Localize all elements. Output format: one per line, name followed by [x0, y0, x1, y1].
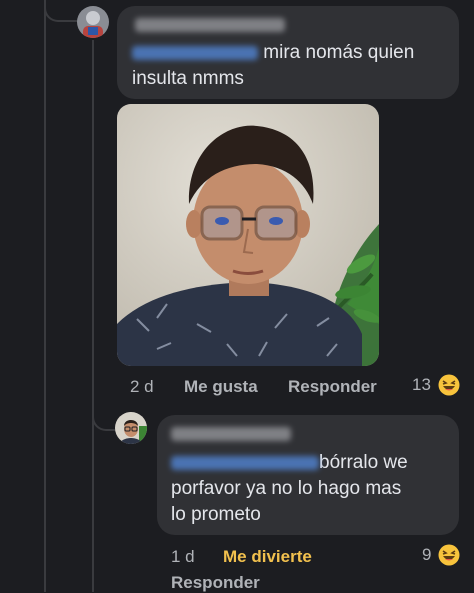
comment-text: mira nomás quien insulta nmms: [132, 40, 447, 92]
comment-photo[interactable]: [117, 104, 379, 366]
reply-bubble: bórralo we porfavor ya no lo hago mas lo…: [157, 415, 459, 535]
reaction-count[interactable]: 13: [412, 375, 431, 395]
reply-button[interactable]: Responder: [288, 377, 377, 397]
thread-line-inner: [92, 40, 94, 592]
like-button[interactable]: Me gusta: [184, 377, 258, 397]
reply-reply-button[interactable]: Responder: [171, 573, 260, 593]
reply-text: bórralo we porfavor ya no lo hago mas lo…: [171, 450, 456, 528]
reply-avatar[interactable]: [115, 412, 147, 444]
reply-text-line-2: porfavor ya no lo hago mas: [171, 478, 402, 499]
reply-timestamp: 1 d: [171, 547, 195, 566]
reply-author-name[interactable]: [171, 427, 291, 441]
reply-reaction-count[interactable]: 9: [422, 545, 431, 565]
reply-text-line-3: lo prometo: [171, 504, 261, 525]
thread-line-outer: [44, 0, 46, 592]
thread-connector: [44, 0, 78, 22]
reply-text-line-1: bórralo we: [171, 450, 456, 476]
commenter-avatar[interactable]: [77, 6, 109, 38]
commenter-name[interactable]: [135, 18, 285, 32]
reply-connector: [92, 395, 116, 431]
comment-bubble: mira nomás quien insulta nmms: [117, 6, 459, 99]
mention-tag[interactable]: [132, 45, 258, 60]
reaction-button[interactable]: Me divierte: [223, 547, 312, 567]
laughing-emoji-icon[interactable]: [438, 374, 460, 396]
mention-tag[interactable]: [171, 455, 319, 470]
laughing-emoji-icon[interactable]: [438, 544, 460, 566]
comment-timestamp: 2 d: [130, 377, 154, 396]
